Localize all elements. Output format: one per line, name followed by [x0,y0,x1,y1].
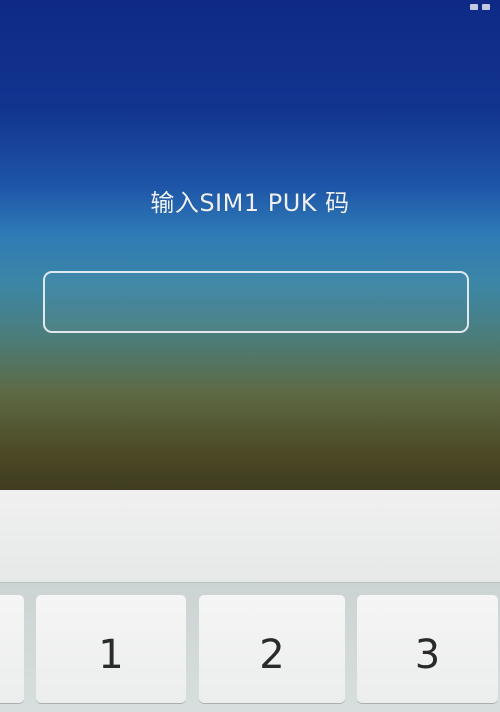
puk-prompt-label: 输入SIM1 PUK 码 [150,189,350,217]
keypad-key-2[interactable]: 2 [199,595,345,703]
keyboard-top-band [0,490,500,582]
numeric-keypad: 1 2 3 [0,582,500,712]
keypad-key-1-label: 1 [98,632,124,678]
keypad-key-1[interactable]: 1 [36,595,186,703]
keypad-key-partial[interactable] [0,595,24,703]
status-bar [380,0,500,14]
keypad-key-3-label: 3 [414,632,441,678]
keypad-key-2-label: 2 [259,632,285,678]
keypad-key-3[interactable]: 3 [357,595,498,703]
puk-input-field[interactable] [43,271,469,333]
signal-icon [470,4,478,10]
lock-screen-background: 输入SIM1 PUK 码 [0,0,500,490]
battery-icon [482,4,490,10]
